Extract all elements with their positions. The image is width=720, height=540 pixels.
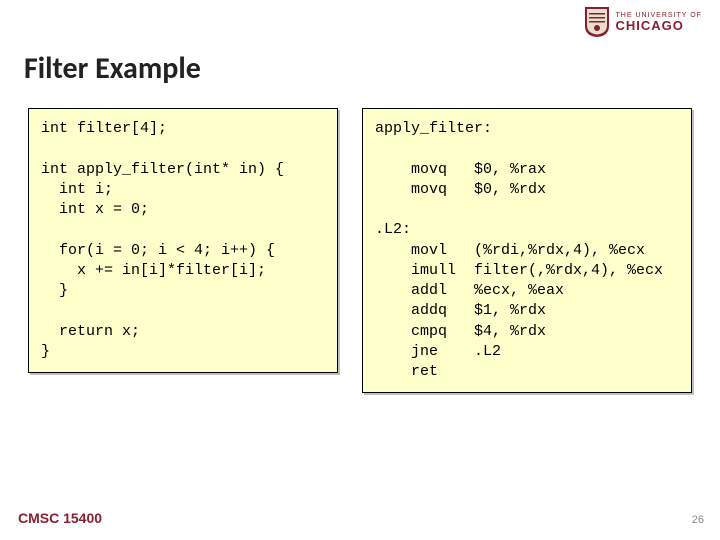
university-logo: THE UNIVERSITY OF CHICAGO (584, 6, 703, 38)
logo-line2: CHICAGO (616, 19, 703, 33)
page-number: 26 (692, 514, 704, 526)
slide-title: Filter Example (24, 50, 201, 87)
shield-icon (584, 6, 610, 38)
logo-text: THE UNIVERSITY OF CHICAGO (616, 12, 703, 33)
c-code-box: int filter[4]; int apply_filter(int* in)… (28, 108, 338, 373)
assembly-code-box: apply_filter: movq $0, %rax movq $0, %rd… (362, 108, 692, 393)
footer-course: CMSC 15400 (18, 510, 102, 526)
